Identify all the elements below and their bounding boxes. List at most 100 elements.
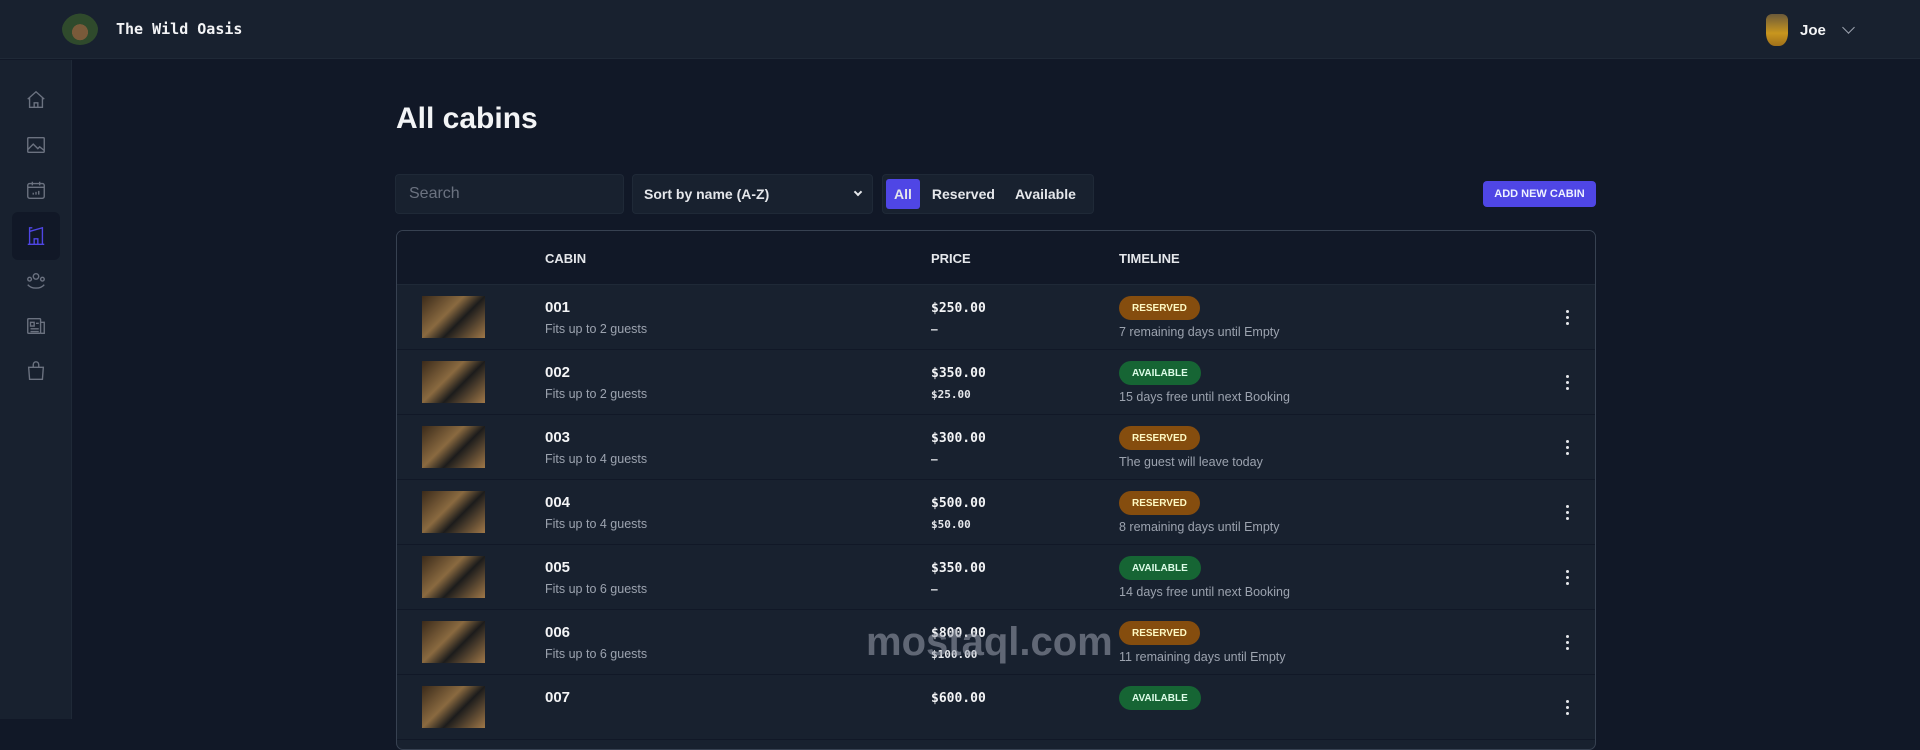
cabin-capacity: Fits up to 4 guests <box>545 452 648 466</box>
cabin-discount: — <box>931 583 938 596</box>
cabin-discount: $25.00 <box>931 388 971 401</box>
timeline-text: 14 days free until next Booking <box>1119 585 1290 599</box>
sidebar-item-users[interactable] <box>12 257 60 305</box>
kebab-icon <box>1565 634 1569 650</box>
brand-name: The Wild Oasis <box>116 20 243 38</box>
cabin-price: $250.00 <box>931 301 986 316</box>
cabin-name: 001 <box>545 299 571 316</box>
timeline-text: 11 remaining days until Empty <box>1119 650 1286 664</box>
cabin-capacity: Fits up to 6 guests <box>545 647 648 661</box>
row-menu-button[interactable] <box>1557 632 1577 652</box>
user-menu[interactable]: Joe <box>1766 14 1855 46</box>
cabin-discount: — <box>931 323 938 336</box>
cabin-name: 007 <box>545 689 571 706</box>
cabin-image <box>422 621 485 663</box>
search-input[interactable] <box>395 174 624 214</box>
row-menu-button[interactable] <box>1557 697 1577 717</box>
kebab-icon <box>1565 374 1569 390</box>
cabin-price: $800.00 <box>931 626 986 641</box>
kebab-icon <box>1565 569 1569 585</box>
cabin-image <box>422 556 485 598</box>
cabin-name: 004 <box>545 494 571 511</box>
cabin-image <box>422 426 485 468</box>
newspaper-icon <box>27 317 45 335</box>
sidebar-item-news[interactable] <box>12 302 60 350</box>
cabin-discount: $50.00 <box>931 518 971 531</box>
cabin-icon <box>27 226 45 245</box>
status-badge: RESERVED <box>1119 426 1200 450</box>
timeline-text: 7 remaining days until Empty <box>1119 325 1280 339</box>
status-badge: RESERVED <box>1119 491 1200 515</box>
cabin-price: $300.00 <box>931 431 986 446</box>
cabin-price: $600.00 <box>931 691 986 706</box>
cabin-price: $350.00 <box>931 366 986 381</box>
table-row: 001 Fits up to 2 guests $250.00 — RESERV… <box>397 285 1595 350</box>
table-row: 005 Fits up to 6 guests $350.00 — AVAILA… <box>397 545 1595 610</box>
cabin-capacity: Fits up to 4 guests <box>545 517 648 531</box>
sort-value: Sort by name (A-Z) <box>644 186 770 202</box>
sidebar-item-shop[interactable] <box>12 347 60 395</box>
table-row: 003 Fits up to 4 guests $300.00 — RESERV… <box>397 415 1595 480</box>
logo <box>62 13 98 45</box>
cabin-name: 003 <box>545 429 571 446</box>
kebab-icon <box>1565 699 1569 715</box>
home-icon <box>27 90 45 109</box>
timeline-text: The guest will leave today <box>1119 455 1263 469</box>
column-timeline: TIMELINE <box>1119 251 1180 266</box>
filter-reserved[interactable]: Reserved <box>924 179 1003 209</box>
cabin-price: $500.00 <box>931 496 986 511</box>
cabin-capacity: Fits up to 6 guests <box>545 582 648 596</box>
chevron-down-icon <box>1841 21 1855 34</box>
cabin-image <box>422 491 485 533</box>
row-menu-button[interactable] <box>1557 502 1577 522</box>
timeline-text: 8 remaining days until Empty <box>1119 520 1280 534</box>
sort-select[interactable]: Sort by name (A-Z) <box>632 174 873 214</box>
column-cabin: CABIN <box>545 251 587 266</box>
row-menu-button[interactable] <box>1557 372 1577 392</box>
user-name: Joe <box>1800 21 1826 39</box>
status-badge: RESERVED <box>1119 621 1200 645</box>
sidebar <box>0 60 72 719</box>
table-row: 006 Fits up to 6 guests $800.00 $100.00 … <box>397 610 1595 675</box>
cabin-name: 006 <box>545 624 571 641</box>
status-badge: AVAILABLE <box>1119 686 1201 710</box>
cabin-discount: — <box>931 453 938 466</box>
users-icon <box>27 272 45 289</box>
table-row: 004 Fits up to 4 guests $500.00 $50.00 R… <box>397 480 1595 545</box>
chevron-down-icon <box>853 187 863 197</box>
sidebar-item-gallery[interactable] <box>12 121 60 169</box>
cabin-capacity: Fits up to 2 guests <box>545 322 648 336</box>
shopping-bag-icon <box>27 361 45 380</box>
cabin-discount: $100.00 <box>931 648 978 661</box>
table-header: CABIN PRICE TIMELINE <box>397 231 1595 285</box>
cabin-price: $350.00 <box>931 561 986 576</box>
cabin-image <box>422 296 485 338</box>
sidebar-item-bookings[interactable] <box>12 166 60 214</box>
cabin-name: 005 <box>545 559 571 576</box>
sidebar-item-home[interactable] <box>12 76 60 124</box>
cabins-table: CABIN PRICE TIMELINE 001 Fits up to 2 gu… <box>396 230 1596 750</box>
cabin-image <box>422 686 485 728</box>
add-new-cabin-button[interactable]: ADD NEW CABIN <box>1483 181 1596 207</box>
top-header: The Wild Oasis Joe <box>0 0 1920 59</box>
filter-available[interactable]: Available <box>1007 179 1084 209</box>
cabin-capacity: Fits up to 2 guests <box>545 387 648 401</box>
status-filter: All Reserved Available <box>882 174 1094 214</box>
row-menu-button[interactable] <box>1557 307 1577 327</box>
timeline-text: 15 days free until next Booking <box>1119 390 1290 404</box>
sidebar-item-cabins[interactable] <box>12 212 60 260</box>
filter-all[interactable]: All <box>886 179 920 209</box>
column-price: PRICE <box>931 251 971 266</box>
row-menu-button[interactable] <box>1557 567 1577 587</box>
status-badge: RESERVED <box>1119 296 1200 320</box>
kebab-icon <box>1565 504 1569 520</box>
page-title: All cabins <box>396 102 538 135</box>
table-row: 002 Fits up to 2 guests $350.00 $25.00 A… <box>397 350 1595 415</box>
status-badge: AVAILABLE <box>1119 361 1201 385</box>
kebab-icon <box>1565 309 1569 325</box>
table-row: 007 $600.00 AVAILABLE <box>397 675 1595 740</box>
kebab-icon <box>1565 439 1569 455</box>
row-menu-button[interactable] <box>1557 437 1577 457</box>
status-badge: AVAILABLE <box>1119 556 1201 580</box>
cabin-image <box>422 361 485 403</box>
